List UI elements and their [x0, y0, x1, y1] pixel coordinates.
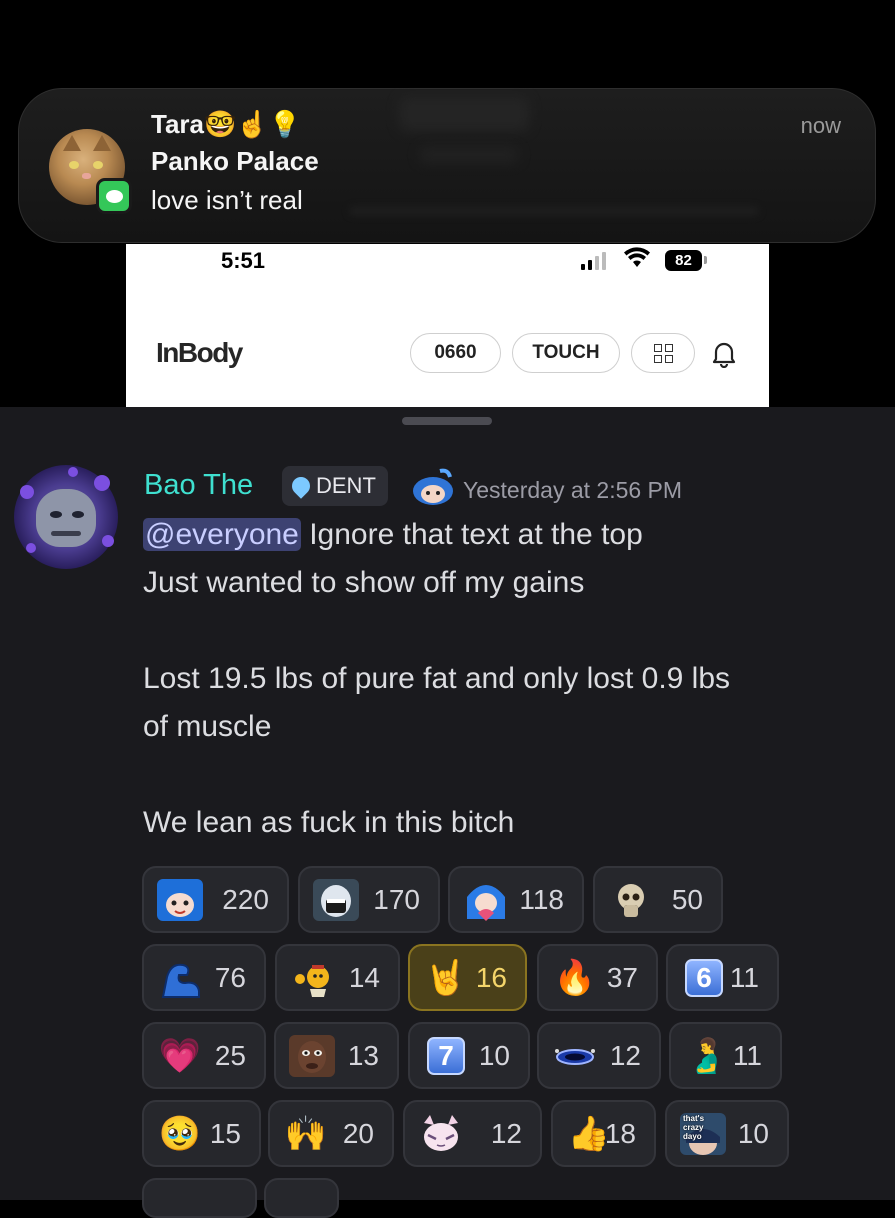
- blurred-background-text: [349, 207, 759, 215]
- keycap-six-emoji-icon: 6: [680, 956, 728, 1000]
- reaction-count: 11: [732, 1039, 762, 1071]
- message-line-4: of muscle: [143, 710, 272, 743]
- battery-icon: 82: [665, 250, 702, 271]
- status-time: 5:51: [221, 248, 266, 273]
- notification-body: love isn’t real: [151, 185, 303, 215]
- thats-crazy-dayo-emoji-icon: that's crazy dayo: [679, 1112, 727, 1156]
- notification-banner[interactable]: Tara🤓☝️💡 Panko Palace love isn’t real no…: [18, 88, 876, 243]
- reaction-count: 12: [609, 1039, 641, 1071]
- reaction-chip[interactable]: 👍 18: [551, 1100, 656, 1167]
- notification-time: now: [800, 113, 841, 138]
- anime-cat-girl-emoji-icon: [417, 1112, 465, 1156]
- reaction-count: 11: [729, 961, 759, 993]
- message-line-3: Lost 19.5 lbs of pure fat and only lost …: [143, 662, 731, 695]
- reaction-count: 16: [475, 961, 507, 993]
- wifi-icon: [624, 247, 650, 275]
- messages-icon: [96, 178, 132, 214]
- holding-back-tears-emoji-icon: 🥹: [158, 1113, 202, 1154]
- reaction-chip[interactable]: that's crazy dayo 10: [665, 1100, 789, 1167]
- reaction-chip[interactable]: 7 10: [408, 1022, 530, 1089]
- reaction-count: 25: [214, 1039, 246, 1071]
- reaction-chip[interactable]: 76: [142, 944, 266, 1011]
- blue-hair-heart-emoji-icon: [462, 878, 510, 922]
- reaction-chip[interactable]: 13: [274, 1022, 399, 1089]
- reaction-chip[interactable]: 50: [593, 866, 723, 933]
- reaction-count: 12: [490, 1117, 522, 1149]
- add-reaction-button[interactable]: [264, 1178, 339, 1218]
- reaction-chip-partial[interactable]: [142, 1178, 257, 1218]
- qr-code-icon: [653, 343, 673, 363]
- notification-subtitle: Panko Palace: [151, 146, 319, 176]
- reaction-chip-selected[interactable]: 🤘 16: [408, 944, 527, 1011]
- user-avatar[interactable]: [14, 465, 118, 569]
- reaction-count: 118: [519, 883, 564, 915]
- face-photo-emoji-icon: [288, 1034, 336, 1078]
- reaction-count: 220: [222, 883, 269, 915]
- monkey-flex-emoji-icon: [289, 956, 337, 1000]
- reaction-count: 20: [342, 1117, 374, 1149]
- message-line-1: @everyone Ignore that text at the top: [143, 518, 643, 552]
- message-line-2: Just wanted to show off my gains: [143, 566, 585, 599]
- reaction-count: 76: [214, 961, 246, 993]
- droplet-icon: [288, 473, 314, 499]
- message-line-5: We lean as fuck in this bitch: [143, 806, 515, 839]
- rock-on-emoji-icon: 🤘: [424, 957, 468, 998]
- reaction-chip[interactable]: 💗 25: [142, 1022, 266, 1089]
- reaction-chip[interactable]: 12: [403, 1100, 542, 1167]
- role-tag[interactable]: DENT: [282, 466, 388, 506]
- message-timestamp: Yesterday at 2:56 PM: [463, 477, 683, 503]
- touch-pill[interactable]: TOUCH: [512, 333, 620, 373]
- reaction-chip[interactable]: 118: [448, 866, 584, 933]
- pink-heart-emoji-icon: 💗: [158, 1035, 202, 1076]
- embedded-screenshot[interactable]: 5:51 82 InBody 0660 TOUCH: [126, 244, 769, 407]
- reaction-chip[interactable]: 🔥 37: [537, 944, 658, 1011]
- screaming-face-emoji-icon: [312, 878, 360, 922]
- bell-icon[interactable]: [711, 340, 737, 372]
- drag-handle[interactable]: [402, 417, 492, 425]
- reaction-count: 18: [604, 1117, 636, 1149]
- username[interactable]: Bao The: [144, 469, 253, 502]
- keycap-seven-emoji-icon: 7: [422, 1034, 470, 1078]
- reaction-count: 10: [478, 1039, 510, 1071]
- reaction-count: 15: [209, 1117, 241, 1149]
- raising-hands-emoji-icon: 🙌: [284, 1113, 328, 1154]
- device-id-pill[interactable]: 0660: [410, 333, 501, 373]
- role-tag-label: DENT: [316, 473, 376, 498]
- notification-title: Tara🤓☝️💡: [151, 109, 302, 139]
- reaction-chip[interactable]: 14: [275, 944, 400, 1011]
- qr-code-button[interactable]: [631, 333, 695, 373]
- reaction-chip[interactable]: 🥹 15: [142, 1100, 261, 1167]
- reaction-chip[interactable]: 6 11: [666, 944, 779, 1011]
- signal-icon: [581, 252, 606, 270]
- reaction-count: 10: [737, 1117, 769, 1149]
- reaction-chip[interactable]: 🙌 20: [268, 1100, 394, 1167]
- everyone-mention[interactable]: @everyone: [143, 518, 301, 551]
- reaction-count: 50: [671, 883, 703, 915]
- blue-hair-girl-emoji-icon: [156, 878, 204, 922]
- flexed-arm-emoji-icon: [156, 956, 204, 1000]
- message-text: Ignore that text at the top: [300, 518, 643, 551]
- blue-character-icon: [410, 467, 456, 507]
- inbody-logo: InBody: [156, 337, 243, 368]
- reaction-count: 14: [348, 961, 380, 993]
- emoji-caption: that's crazy dayo: [683, 1113, 705, 1141]
- reaction-count: 13: [347, 1039, 379, 1071]
- reaction-count: 37: [606, 961, 638, 993]
- reaction-chip[interactable]: 12: [537, 1022, 661, 1089]
- portal-emoji-icon: [551, 1034, 599, 1078]
- blurred-background-text: [419, 147, 519, 163]
- pregnant-man-emoji-icon: 🫃: [685, 1035, 729, 1076]
- skull-emoji-icon: [607, 878, 655, 922]
- reaction-chip[interactable]: 220: [142, 866, 289, 933]
- reaction-chip[interactable]: 170: [298, 866, 440, 933]
- fire-emoji-icon: 🔥: [553, 957, 597, 998]
- reaction-chip[interactable]: 🫃 11: [669, 1022, 782, 1089]
- blurred-background-text: [399, 97, 529, 131]
- reaction-count: 170: [373, 883, 420, 915]
